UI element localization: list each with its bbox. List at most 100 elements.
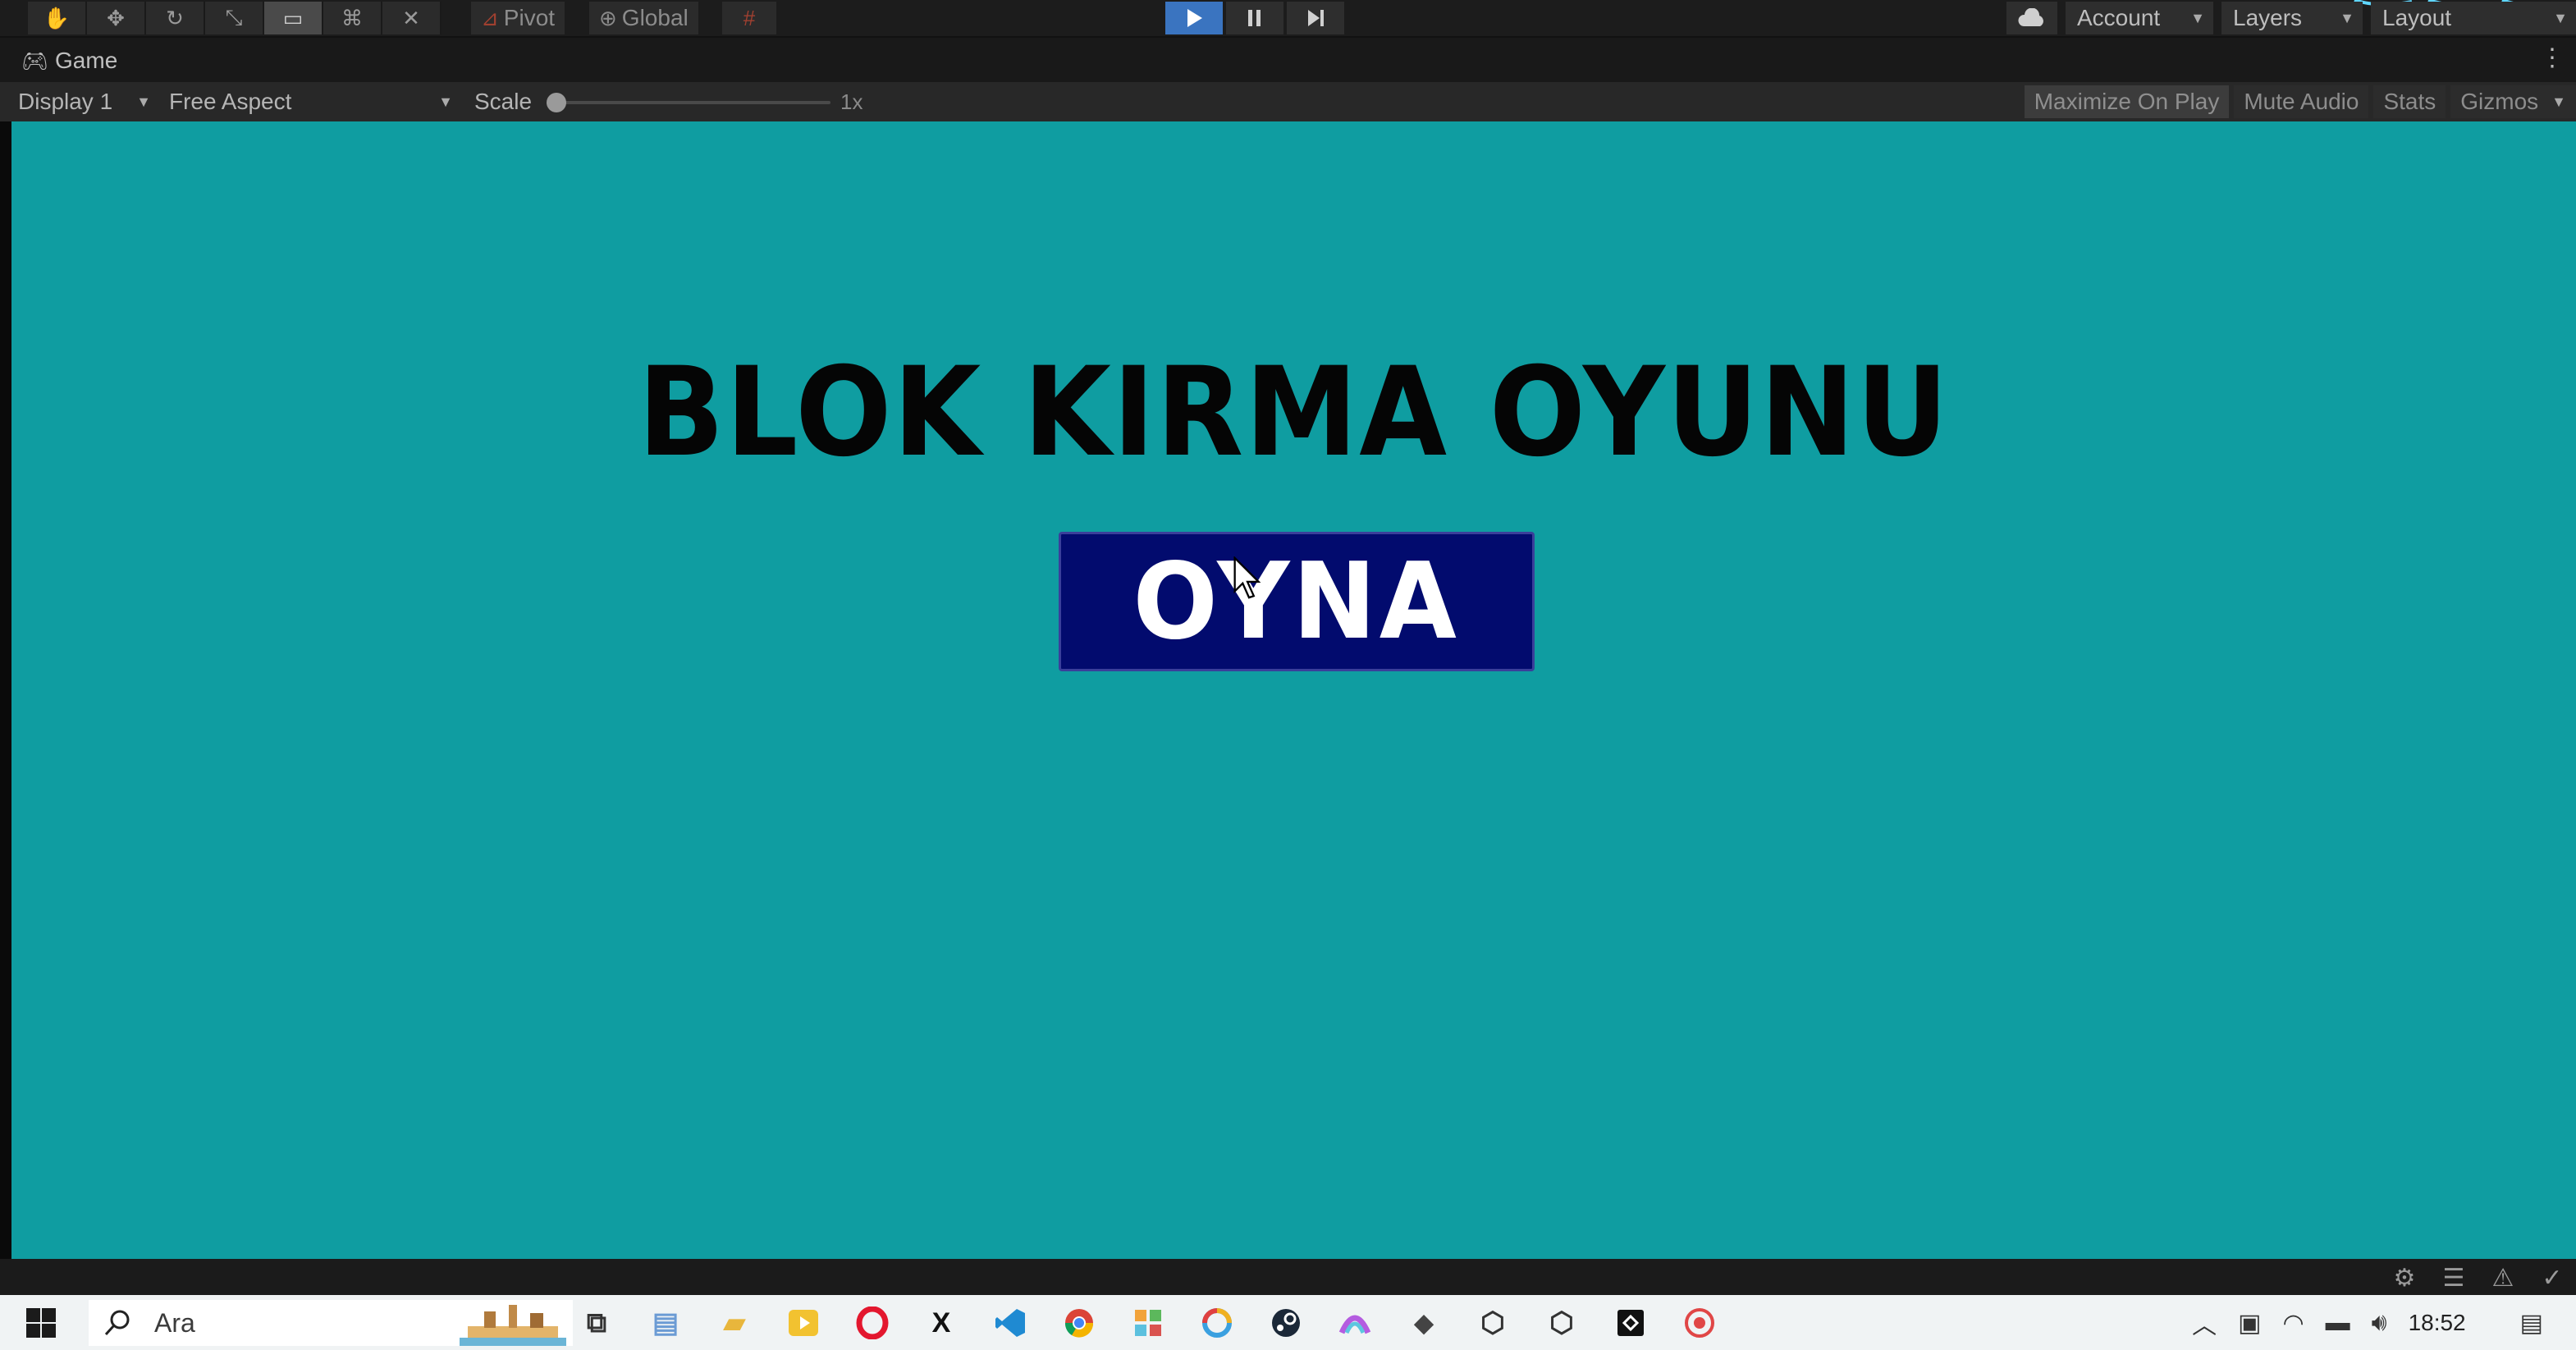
move-tool-button[interactable]: ✥ xyxy=(87,2,146,34)
scale-label: Scale xyxy=(474,89,533,114)
game-title: BLOK KIRMA OYUNU xyxy=(638,341,1950,484)
global-label: Global xyxy=(621,5,689,30)
mute-audio-toggle[interactable]: Mute Audio xyxy=(2234,85,2369,118)
chevron-up-icon[interactable]: ︿ xyxy=(2192,1305,2217,1341)
game-view-options: Display 1 ▼ Free Aspect ▼ Scale 1x Maxim… xyxy=(0,82,2576,121)
clock[interactable]: 18:52 xyxy=(2409,1310,2466,1336)
pause-icon xyxy=(1248,10,1261,26)
pause-button[interactable] xyxy=(1226,2,1283,34)
steam-icon[interactable] xyxy=(1264,1302,1308,1344)
more-options-icon[interactable]: ⋮ xyxy=(2540,46,2565,71)
layers-label: Layers xyxy=(2233,5,2303,30)
scale-icon: ⤡ xyxy=(225,5,243,30)
arc-icon[interactable] xyxy=(1333,1302,1377,1344)
task-view-icon[interactable]: ⧉ xyxy=(574,1302,619,1344)
aspect-label: Free Aspect xyxy=(169,89,292,114)
battery-icon[interactable]: ▬ xyxy=(2326,1309,2350,1337)
notifications-icon[interactable]: ▤ xyxy=(2520,1309,2543,1338)
wifi-icon[interactable]: ◠ xyxy=(2282,1309,2304,1338)
display-dropdown[interactable]: Display 1 ▼ xyxy=(2,85,158,118)
transform-icon: ⌘ xyxy=(341,5,363,30)
chevron-down-icon: ▼ xyxy=(136,93,151,110)
cloud-icon xyxy=(2018,8,2043,26)
display-label: Display 1 xyxy=(18,89,113,114)
chevron-down-icon: ▼ xyxy=(2190,9,2205,26)
layout-dropdown[interactable]: Layout ▼ xyxy=(2371,2,2576,34)
scale-slider-handle[interactable] xyxy=(547,93,566,112)
rotate-tool-button[interactable]: ↻ xyxy=(146,2,205,34)
unity-hub-icon[interactable]: ⬡ xyxy=(1471,1302,1515,1344)
paint-icon[interactable] xyxy=(1126,1302,1170,1344)
database-icon[interactable]: ☰ xyxy=(2440,1264,2468,1293)
step-button[interactable] xyxy=(1287,2,1344,34)
system-tray: ︿ ▣ ◠ ▬ 🔊︎ 18:52 ▤ xyxy=(2192,1305,2543,1341)
recorder-icon[interactable] xyxy=(1677,1302,1722,1344)
grid-snap-button[interactable]: # xyxy=(722,2,776,34)
search-highlight-image xyxy=(460,1305,566,1346)
play-button-label: OYNA xyxy=(1132,540,1461,663)
pivot-toggle[interactable]: ⊿ Pivot xyxy=(471,2,565,34)
scale-tool-button[interactable]: ⤡ xyxy=(205,2,264,34)
status-icons: ⚙ ☰ ⚠ ✓ xyxy=(2391,1264,2566,1293)
maximize-on-play-toggle[interactable]: Maximize On Play xyxy=(2024,85,2230,118)
transform-tool-button[interactable]: ⌘ xyxy=(323,2,382,34)
chevron-down-icon: ▼ xyxy=(2551,93,2566,110)
file-explorer-icon[interactable]: ▰ xyxy=(712,1302,757,1344)
collab-button[interactable] xyxy=(1947,2,1998,34)
play-icon xyxy=(1187,9,1202,27)
chevron-down-icon: ▼ xyxy=(438,93,453,110)
gizmos-dropdown[interactable]: Gizmos ▼ xyxy=(2450,85,2576,118)
hand-icon: ✋ xyxy=(43,5,71,30)
account-label: Account xyxy=(2077,5,2161,30)
tab-game[interactable]: 🎮︎ Game xyxy=(21,44,117,77)
display-icon[interactable]: ▣ xyxy=(2238,1309,2261,1338)
media-player-icon[interactable] xyxy=(781,1302,826,1344)
notepad-icon[interactable]: ▤ xyxy=(643,1302,688,1344)
unity-editor-icon[interactable] xyxy=(1608,1302,1653,1344)
windows-taskbar: Ara ⧉ ▤ ▰ X ◆ ⬡ ⬡ ︿ ▣ ◠ ▬ 🔊︎ 18:52 ▤ xyxy=(0,1295,2576,1350)
x-icon[interactable]: X xyxy=(919,1302,963,1344)
opera-icon[interactable] xyxy=(850,1302,895,1344)
layers-dropdown[interactable]: Layers ▼ xyxy=(2221,2,2363,34)
vscode-icon[interactable] xyxy=(988,1302,1032,1344)
oyna-play-button[interactable]: OYNA xyxy=(1059,532,1535,671)
check-circle-icon[interactable]: ✓ xyxy=(2538,1264,2566,1293)
tab-game-label: Game xyxy=(55,48,118,73)
play-button[interactable] xyxy=(1165,2,1223,34)
global-toggle[interactable]: ⊕ Global xyxy=(589,2,698,34)
stats-toggle[interactable]: Stats xyxy=(2373,85,2446,118)
color-wheel-icon[interactable] xyxy=(1195,1302,1239,1344)
box-icon[interactable]: ◆ xyxy=(1402,1302,1446,1344)
rect-icon: ▭ xyxy=(282,5,304,30)
globe-icon: ⊕ xyxy=(599,5,617,30)
transform-tools: ✋ ✥ ↻ ⤡ ▭ ⌘ ✕ xyxy=(28,2,442,34)
hand-tool-button[interactable]: ✋ xyxy=(28,2,87,34)
search-icon xyxy=(104,1310,130,1336)
grid-snap-icon: # xyxy=(743,5,756,30)
chrome-icon[interactable] xyxy=(1057,1302,1101,1344)
pivot-icon: ⊿ xyxy=(481,5,499,30)
move-icon: ✥ xyxy=(107,5,125,30)
custom-tool-button[interactable]: ✕ xyxy=(382,2,442,34)
unity-status-bar: ⚙ ☰ ⚠ ✓ xyxy=(0,1259,2576,1295)
chevron-down-icon: ▼ xyxy=(2340,9,2354,26)
rotate-icon: ↻ xyxy=(166,5,184,30)
volume-icon[interactable]: 🔊︎ xyxy=(2372,1309,2387,1337)
pivot-label: Pivot xyxy=(503,5,556,30)
cache-server-icon[interactable]: ⚙ xyxy=(2391,1264,2418,1293)
mouse-cursor-icon xyxy=(1233,556,1261,599)
debug-icon[interactable]: ⚠ xyxy=(2489,1264,2517,1293)
unity-icon[interactable]: ⬡ xyxy=(1540,1302,1584,1344)
step-icon xyxy=(1308,10,1324,26)
taskbar-apps: ⧉ ▤ ▰ X ◆ ⬡ ⬡ xyxy=(574,1302,1722,1344)
playmode-controls xyxy=(1165,2,1344,34)
rect-tool-button[interactable]: ▭ xyxy=(264,2,323,34)
scale-slider-track[interactable] xyxy=(551,101,830,104)
account-tools: Account ▼ Layers ▼ Layout ▼ xyxy=(1947,2,2576,34)
cloud-button[interactable] xyxy=(2006,2,2057,34)
account-dropdown[interactable]: Account ▼ xyxy=(2066,2,2213,34)
aspect-dropdown[interactable]: Free Aspect ▼ xyxy=(153,85,460,118)
windows-start-icon[interactable] xyxy=(25,1307,57,1339)
unity-toolbar: ✋ ✥ ↻ ⤡ ▭ ⌘ ✕ ⊿ Pivot ⊕ Global # Account… xyxy=(0,0,2576,38)
game-viewport[interactable]: BLOK KIRMA OYUNU OYNA xyxy=(11,121,2576,1259)
